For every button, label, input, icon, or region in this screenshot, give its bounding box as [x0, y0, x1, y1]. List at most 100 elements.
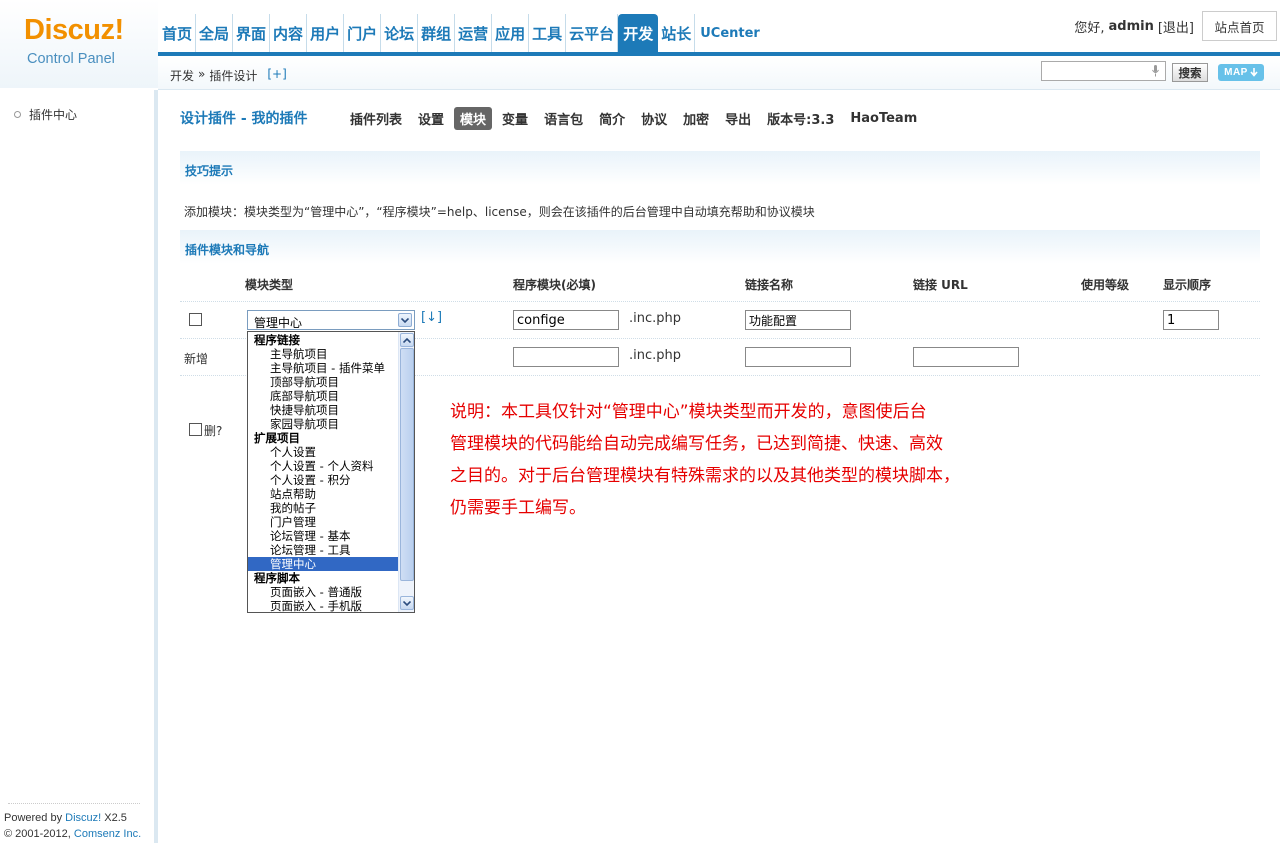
page-title: 设计插件 - 我的插件 — [180, 111, 308, 127]
breadcrumb-sep: » — [198, 67, 206, 81]
nav-tools[interactable]: 工具 — [529, 14, 567, 52]
logo-subtitle: Control Panel — [27, 51, 115, 67]
annotation-line: 仍需要手工编写。 — [450, 498, 586, 518]
new-link-url-input[interactable] — [913, 347, 1019, 367]
tab-license[interactable]: 协议 — [635, 107, 673, 130]
breadcrumb: 开发 » 插件设计 [+] — [170, 67, 287, 84]
nav-apps[interactable]: 应用 — [492, 14, 530, 52]
search-button[interactable]: 搜索 — [1172, 63, 1208, 82]
col-link-name: 链接名称 — [745, 278, 794, 292]
module-section-title: 插件模块和导航 — [185, 243, 270, 257]
dropdown-option[interactable]: 个人设置 - 积分 — [248, 473, 398, 487]
greeting: 您好, — [1074, 21, 1105, 36]
dropdown-option[interactable]: 主导航项目 — [248, 347, 398, 361]
dropdown-option[interactable]: 页面嵌入 - 普通版 — [248, 585, 398, 599]
tab-language-pack[interactable]: 语言包 — [538, 107, 589, 130]
dropdown-option[interactable]: 个人设置 - 个人资料 — [248, 459, 398, 473]
header: Discuz! Control Panel 首页 全局 界面 内容 用户 门户 … — [0, 0, 1280, 88]
annotation-line: 说明：本工具仅针对“管理中心”模块类型而开发的，意图使后台 — [450, 402, 927, 422]
new-row-label: 新增 — [184, 352, 209, 366]
logout-link[interactable]: [退出] — [1158, 17, 1194, 36]
col-program-module: 程序模块(必填) — [513, 278, 596, 292]
dropdown-scrollbar[interactable] — [398, 332, 414, 612]
dropdown-option[interactable]: 站点帮助 — [248, 487, 398, 501]
tips-header: 技巧提示 — [180, 151, 1260, 185]
nav-cloud[interactable]: 云平台 — [566, 14, 619, 52]
dropdown-option[interactable]: 管理中心 — [248, 557, 398, 571]
nav-forum[interactable]: 论坛 — [381, 14, 419, 52]
dropdown-option[interactable]: 家园导航项目 — [248, 417, 398, 431]
sidebar-item-label: 插件中心 — [29, 108, 78, 122]
dropdown-option[interactable]: 我的帖子 — [248, 501, 398, 515]
site-home-button[interactable]: 站点首页 — [1202, 11, 1277, 41]
dropdown-option[interactable]: 快捷导航项目 — [248, 403, 398, 417]
tab-plugin-list[interactable]: 插件列表 — [344, 107, 408, 130]
nav-webmaster[interactable]: 站长 — [658, 14, 696, 52]
sidebar-divider — [8, 803, 140, 804]
new-link-name-input[interactable] — [745, 347, 851, 367]
program-module-input[interactable]: configе — [513, 310, 619, 330]
col-link-url: 链接 URL — [913, 278, 968, 292]
tab-export[interactable]: 导出 — [719, 107, 757, 130]
annotation-note: 说明：本工具仅针对“管理中心”模块类型而开发的，意图使后台 管理模块的代码能给自… — [450, 396, 1010, 524]
tab-settings[interactable]: 设置 — [412, 107, 450, 130]
nav-portal[interactable]: 门户 — [344, 14, 382, 52]
nav-ucenter[interactable]: UCenter — [695, 14, 763, 52]
map-label: MAP — [1224, 67, 1248, 78]
annotation-line: 之目的。对于后台管理模块有特殊需求的以及其他类型的模块脚本， — [450, 466, 960, 486]
chevron-down-icon[interactable] — [398, 313, 412, 327]
nav-groups[interactable]: 群组 — [418, 14, 456, 52]
dropdown-group-label: 扩展项目 — [254, 431, 300, 445]
dropdown-option[interactable]: 页面嵌入 - 手机版 — [248, 599, 398, 612]
delete-checkbox[interactable] — [189, 423, 202, 436]
module-type-select[interactable]: 管理中心 — [247, 310, 415, 330]
nav-interface[interactable]: 界面 — [233, 14, 271, 52]
nav-develop[interactable]: 开发 — [618, 14, 659, 52]
col-usage-level: 使用等级 — [1081, 278, 1130, 292]
tab-intro[interactable]: 简介 — [593, 107, 631, 130]
powered-version: X2.5 — [101, 812, 127, 824]
module-type-value: 管理中心 — [254, 316, 303, 330]
dropdown-option[interactable]: 论坛管理 - 基本 — [248, 529, 398, 543]
comsenz-link[interactable]: Comsenz Inc. — [74, 828, 141, 840]
sidebar-item-plugin-center[interactable]: 插件中心 — [14, 106, 77, 123]
dropdown-option[interactable]: 主导航项目 - 插件菜单 — [248, 361, 398, 375]
map-button[interactable]: MAP — [1218, 64, 1264, 81]
tab-modules[interactable]: 模块 — [454, 107, 493, 130]
tab-variables[interactable]: 变量 — [496, 107, 534, 130]
dropdown-option[interactable]: 个人设置 — [248, 445, 398, 459]
tab-encrypt[interactable]: 加密 — [677, 107, 715, 130]
microphone-icon[interactable] — [1152, 65, 1159, 77]
arrow-down-icon — [1250, 68, 1258, 77]
module-section-header: 插件模块和导航 — [180, 230, 1260, 264]
search-input[interactable] — [1041, 61, 1166, 81]
dropdown-option[interactable]: 顶部导航项目 — [248, 375, 398, 389]
module-type-dropdown[interactable]: 程序链接 主导航项目 主导航项目 - 插件菜单 顶部导航项目 底部导航项目 快捷导航项目家… — [247, 331, 415, 613]
sidebar: 插件中心 Powered by Discuz! X2.5 © 2001-2012… — [0, 90, 158, 843]
version-label: 版本号:3.3 — [767, 113, 835, 128]
link-name-input[interactable]: 功能配置 — [745, 310, 851, 330]
dropdown-option[interactable]: 门户管理 — [248, 515, 398, 529]
dropdown-group-label: 程序链接 — [254, 333, 300, 347]
dropdown-option[interactable]: 底部导航项目 — [248, 389, 398, 403]
discuz-link[interactable]: Discuz! — [65, 812, 101, 824]
nav-content[interactable]: 内容 — [270, 14, 308, 52]
scroll-up-icon[interactable] — [400, 333, 414, 347]
new-program-module-input[interactable] — [513, 347, 619, 367]
scroll-thumb[interactable] — [400, 348, 414, 581]
plugin-tabs: 插件列表 设置 模块 变量 语言包 简介 协议 加密 导出 版本号:3.3 Ha… — [344, 107, 927, 130]
dropdown-option[interactable]: 论坛管理 - 工具 — [248, 543, 398, 557]
scroll-down-icon[interactable] — [400, 596, 414, 610]
breadcrumb-develop[interactable]: 开发 — [170, 67, 194, 84]
sort-down-link[interactable]: [↓] — [421, 310, 442, 325]
nav-global[interactable]: 全局 — [196, 14, 234, 52]
row-checkbox[interactable] — [189, 313, 202, 326]
team-label: HaoTeam — [850, 111, 918, 126]
powered-prefix: Powered by — [4, 812, 66, 824]
add-shortcut-link[interactable]: [+] — [267, 67, 286, 84]
nav-home[interactable]: 首页 — [158, 14, 197, 52]
logo[interactable]: Discuz! Control Panel — [0, 0, 158, 88]
display-order-input[interactable]: 1 — [1163, 310, 1219, 330]
nav-users[interactable]: 用户 — [307, 14, 345, 52]
nav-operations[interactable]: 运营 — [455, 14, 493, 52]
